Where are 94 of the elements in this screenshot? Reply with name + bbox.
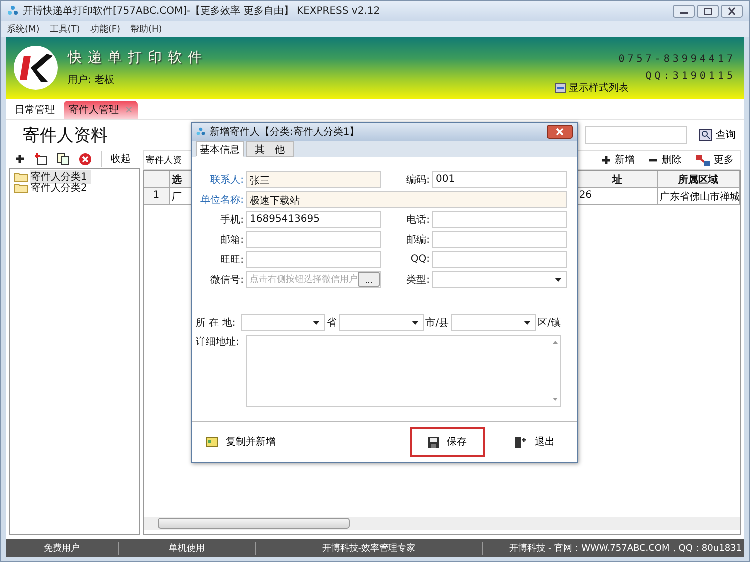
delete-icon[interactable] — [79, 152, 92, 166]
tab[interactable]: 日常管理 — [10, 101, 60, 119]
page-title: 寄件人资料 — [23, 124, 108, 146]
list-icon — [555, 83, 566, 93]
caret-icon — [555, 278, 562, 282]
menu-item[interactable]: 功能(F) — [90, 22, 121, 36]
dialog-title: 新增寄件人【分类:寄件人分类1】 — [210, 126, 360, 139]
field-label: QQ: — [410, 254, 430, 265]
tree-item[interactable]: 寄件人分类2 — [30, 180, 88, 194]
maximize-icon[interactable] — [697, 4, 719, 18]
input-field[interactable]: 张三 — [246, 171, 381, 188]
input-field[interactable]: 极速下载站 — [246, 191, 567, 208]
caret-icon — [524, 320, 531, 324]
show-styles-link[interactable]: 显示样式列表 — [569, 81, 629, 95]
copy-icon — [206, 437, 218, 447]
tab[interactable]: 基本信息 — [196, 141, 244, 157]
search-button[interactable]: 查询 — [699, 128, 736, 142]
unit-label: 区/镇 — [538, 316, 561, 330]
table-cell: 广东省佛山市禅城 — [658, 188, 740, 205]
input-field[interactable] — [432, 251, 567, 268]
field-label: 编码: — [406, 174, 430, 186]
collapse-button[interactable]: 收起 — [111, 152, 131, 166]
unit-label: 市/县 — [426, 316, 450, 330]
input-field[interactable]: 16895413695 — [246, 211, 381, 228]
tab[interactable]: 其 他 — [246, 141, 294, 157]
field-label: 手机: — [220, 214, 244, 226]
more-button[interactable]: 更多 — [696, 153, 734, 167]
browse-button[interactable]: ... — [358, 272, 380, 287]
list-title: 寄件人资 — [146, 154, 182, 166]
status-text: 免费用户 — [6, 542, 119, 554]
tree-item[interactable]: 寄件人分类1 — [30, 170, 92, 184]
app-name: 快递单打印软件 — [68, 49, 208, 67]
field-label: 所 在 地: — [196, 316, 237, 330]
minimize-icon[interactable] — [673, 4, 695, 18]
status-text: 开博科技 - 官网：WWW.757ABC.COM，QQ：80u1831 — [508, 542, 743, 554]
status-text: 开博科技-效率管理专家 — [256, 542, 483, 554]
input-field[interactable] — [432, 211, 567, 228]
plus-icon — [602, 156, 611, 164]
field-label: 旺旺: — [220, 254, 244, 266]
folder-icon — [14, 182, 28, 192]
app-icon — [7, 5, 19, 17]
caret-icon — [313, 320, 320, 324]
input-field[interactable] — [246, 231, 381, 248]
user-label: 用户: 老板 — [68, 74, 116, 87]
exit-button[interactable]: 退出 — [505, 429, 565, 455]
door-icon — [515, 436, 527, 448]
input-field[interactable]: 001 — [432, 171, 567, 188]
close-icon[interactable] — [721, 4, 743, 18]
delete-button[interactable]: 删除 — [649, 153, 682, 167]
close-icon[interactable] — [547, 125, 573, 139]
field-label: 单位名称: — [200, 194, 244, 206]
search-field[interactable] — [585, 126, 687, 144]
menu-item[interactable]: 系统(M) — [7, 22, 40, 36]
field-label: 邮箱: — [220, 234, 244, 246]
field-label: 联系人: — [210, 174, 244, 186]
input-field[interactable]: 点击右侧按钮选择微信用户 ... — [246, 271, 381, 288]
app-icon — [196, 127, 206, 137]
add-button[interactable]: 新增 — [602, 153, 635, 167]
logo-icon — [14, 46, 58, 90]
window-title: 开博快递单打印软件[757ABC.COM]-【更多效率 更多自由】 KEXPRESS v2.12 — [23, 4, 380, 18]
status-text: 单机使用 — [119, 542, 256, 554]
add-icon[interactable] — [15, 154, 25, 164]
phone-number: 0757-83994417 — [618, 54, 736, 65]
field-label: 详细地址: — [196, 336, 240, 349]
save-button[interactable]: 保存 — [410, 427, 485, 457]
menu-item[interactable]: 工具(T) — [50, 22, 80, 36]
input-field[interactable] — [246, 251, 381, 268]
save-icon — [428, 436, 439, 448]
search-icon — [699, 129, 712, 141]
folder-icon — [14, 172, 28, 182]
arrow-icon — [696, 154, 710, 166]
column-header: 址 — [578, 171, 658, 188]
dropdown[interactable] — [432, 271, 567, 288]
field-label: 电话: — [406, 214, 430, 226]
dropdown[interactable] — [339, 314, 424, 331]
field-label: 邮编: — [406, 234, 430, 246]
copy-and-add-button[interactable]: 复制并新增 — [206, 429, 286, 455]
field-label: 微信号: — [210, 274, 244, 286]
address-field[interactable] — [246, 335, 561, 407]
table-cell: 1 — [144, 188, 170, 205]
input-field[interactable] — [432, 231, 567, 248]
horizontal-scrollbar[interactable] — [144, 517, 740, 530]
field-label: 类型: — [406, 274, 430, 286]
caret-icon — [412, 320, 419, 324]
qq-number: QQ:3190115 — [646, 71, 736, 82]
column-header: 所属区域 — [658, 171, 740, 188]
column-header — [144, 171, 170, 188]
add-folder-icon[interactable] — [34, 152, 48, 166]
dropdown[interactable] — [451, 314, 536, 331]
menu-item[interactable]: 帮助(H) — [130, 22, 162, 36]
unit-label: 省 — [327, 316, 338, 330]
dropdown[interactable] — [240, 314, 326, 331]
edit-folder-icon[interactable] — [57, 152, 70, 166]
tab[interactable]: 寄件人管理 × — [64, 101, 138, 119]
